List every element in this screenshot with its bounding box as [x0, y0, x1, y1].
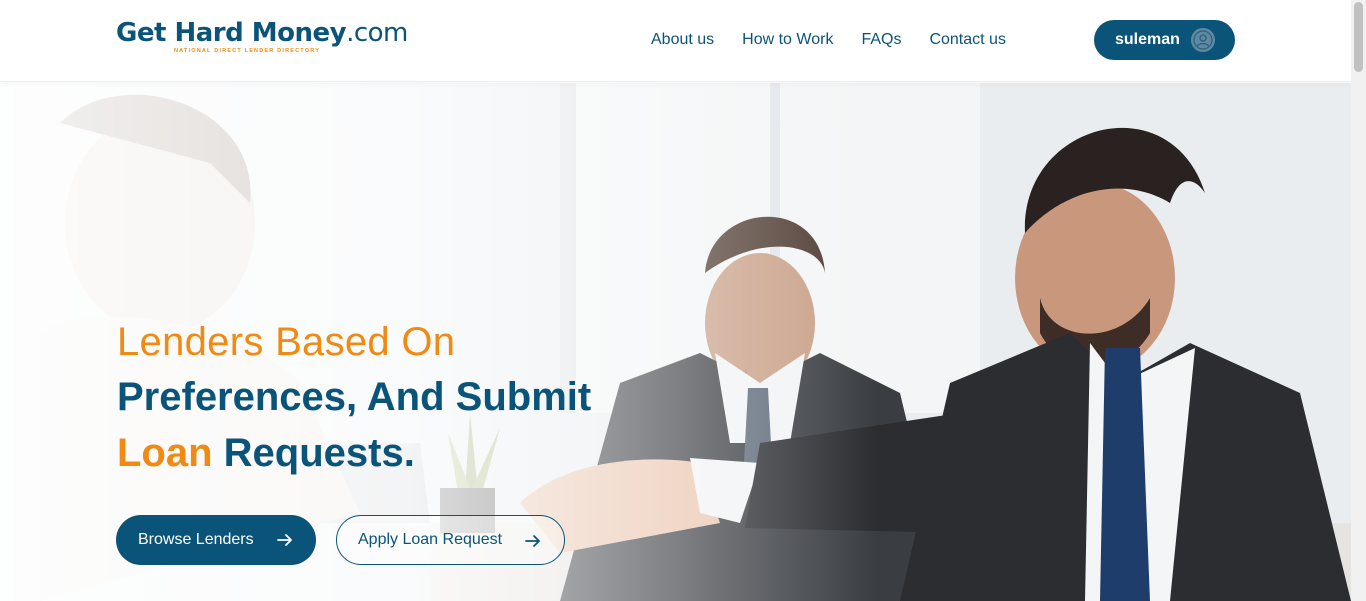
page: Get Hard Money.com NATIONAL DIRECT LENDE… — [0, 0, 1366, 601]
hero-section: Lenders Based On Preferences, And Submit… — [0, 83, 1351, 601]
headline-line-3: Loan Requests. — [117, 425, 591, 481]
user-name: suleman — [1115, 31, 1180, 48]
apply-loan-request-button[interactable]: Apply Loan Request — [336, 515, 565, 565]
arrow-right-icon — [525, 535, 540, 547]
logo-tagline: NATIONAL DIRECT LENDER DIRECTORY — [174, 48, 321, 54]
scrollbar-thumb[interactable] — [1354, 2, 1363, 72]
headline-line-1: Lenders Based On — [117, 320, 456, 364]
logo-text-main: Get Hard Money — [116, 18, 347, 48]
nav-faqs[interactable]: FAQs — [861, 30, 901, 50]
apply-loan-request-label: Apply Loan Request — [358, 531, 503, 548]
site-header: Get Hard Money.com NATIONAL DIRECT LENDE… — [0, 0, 1351, 82]
headline-line-2: Preferences, And Submit — [117, 375, 592, 419]
browse-lenders-label: Browse Lenders — [138, 531, 254, 548]
page-scrollbar[interactable] — [1351, 0, 1366, 601]
user-icon — [1191, 28, 1215, 52]
hero-headline: Lenders Based On Preferences, And Submit… — [117, 315, 591, 481]
arrow-right-icon — [277, 534, 292, 546]
nav-how-to-work[interactable]: How to Work — [742, 30, 833, 50]
logo-text-suffix: .com — [346, 18, 408, 48]
user-menu-button[interactable]: suleman — [1094, 20, 1235, 60]
main-nav: About us How to Work FAQs Contact us — [651, 30, 1034, 50]
browse-lenders-button[interactable]: Browse Lenders — [116, 515, 316, 565]
headline-loan: Loan — [117, 431, 213, 475]
site-logo[interactable]: Get Hard Money.com NATIONAL DIRECT LENDE… — [116, 18, 436, 58]
nav-contact-us[interactable]: Contact us — [929, 30, 1005, 50]
headline-requests: Requests. — [223, 431, 415, 475]
logo-wordmark: Get Hard Money.com — [116, 18, 408, 48]
nav-about-us[interactable]: About us — [651, 30, 714, 50]
